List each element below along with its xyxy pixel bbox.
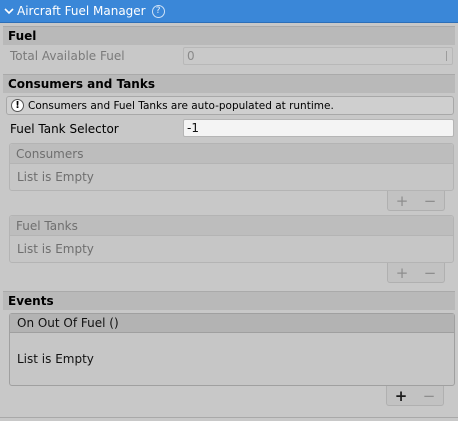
consumers-list: Consumers List is Empty [9,143,454,191]
consumers-remove-button[interactable]: − [424,192,437,210]
consumers-list-empty: List is Empty [17,170,94,184]
component-title: Aircraft Fuel Manager [17,4,146,18]
on-out-of-fuel-event: On Out Of Fuel () List is Empty [9,313,455,386]
section-events: Events [3,291,455,310]
fuel-tank-selector-input[interactable]: -1 [183,119,454,137]
fuel-tanks-list: Fuel Tanks List is Empty [9,215,454,263]
event-add-button[interactable]: + [395,387,408,405]
fuel-tanks-list-header: Fuel Tanks [10,216,453,236]
consumers-list-header: Consumers [10,144,453,164]
consumers-add-remove: + − [387,191,445,211]
info-icon: ! [11,99,24,112]
total-fuel-label: Total Available Fuel [10,49,125,63]
fuel-tanks-list-empty: List is Empty [17,242,94,256]
info-text: Consumers and Fuel Tanks are auto-popula… [28,99,334,112]
section-fuel: Fuel [3,26,455,45]
event-header: On Out Of Fuel () [10,314,454,333]
total-fuel-field: 0 [183,47,453,65]
event-add-remove: + − [386,386,444,406]
field-grip [446,51,447,61]
fuel-tanks-add-button[interactable]: + [396,264,409,282]
total-fuel-value: 0 [187,49,195,63]
consumers-add-button[interactable]: + [396,192,409,210]
fuel-tank-selector-value: -1 [187,121,199,135]
event-remove-button[interactable]: − [423,387,436,405]
bottom-divider [0,417,458,418]
event-list-empty: List is Empty [17,352,94,366]
fuel-tanks-add-remove: + − [387,263,445,283]
inspector-panel: Fuel Total Available Fuel 0 Consumers an… [0,23,458,421]
section-consumers-tanks: Consumers and Tanks [3,74,455,93]
help-icon[interactable]: ? [151,4,165,18]
fuel-tank-selector-label: Fuel Tank Selector [10,122,119,136]
component-header[interactable]: Aircraft Fuel Manager ? [0,0,458,23]
chevron-down-icon[interactable] [4,6,14,16]
info-box: ! Consumers and Fuel Tanks are auto-popu… [6,96,454,115]
fuel-tanks-remove-button[interactable]: − [424,264,437,282]
